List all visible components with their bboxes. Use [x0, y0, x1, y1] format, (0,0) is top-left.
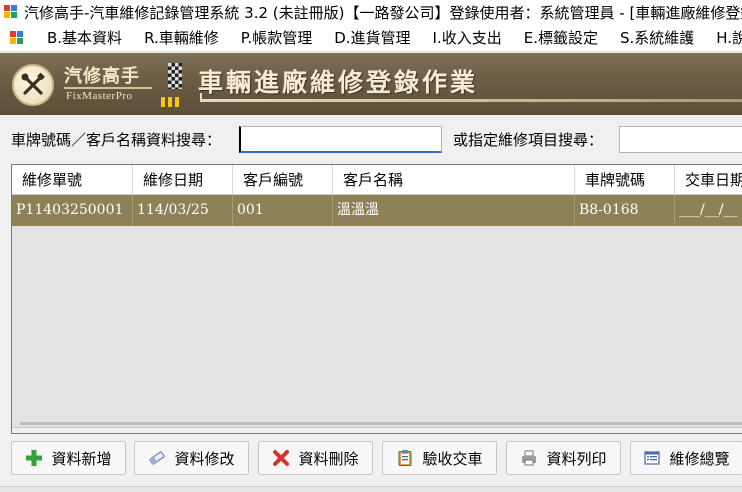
- grid-footer: [12, 427, 742, 433]
- menu-bar: B.基本資料 R.車輛維修 P.帳款管理 D.進貨管理 I.收入支出 E.標籤設…: [0, 24, 742, 52]
- app-icon[interactable]: [4, 5, 18, 19]
- print-record-label: 資料列印: [546, 449, 607, 468]
- checkered-flag-icon: [168, 63, 182, 89]
- search-input[interactable]: [239, 126, 442, 153]
- menu-purchasing[interactable]: D.進貨管理: [323, 24, 421, 51]
- repair-item-search-label: 或指定維修項目搜尋：: [453, 131, 604, 149]
- menu-system-maintenance[interactable]: S.系統維護: [609, 24, 705, 51]
- status-bar: [0, 486, 742, 492]
- menu-help[interactable]: H.說明: [705, 24, 742, 51]
- horizontal-scrollbar[interactable]: [20, 422, 742, 425]
- column-header-repair-date[interactable]: 維修日期: [133, 165, 233, 195]
- page-title: 車輛進廠維修登錄作業: [198, 68, 479, 97]
- inspect-deliver-label: 驗收交車: [422, 449, 483, 468]
- cell-delivery-date[interactable]: ___/__/__: [675, 195, 742, 226]
- title-bar: 汽修高手-汽車維修記錄管理系統 3.2 (未註冊版)【一路發公司】登錄使用者：系…: [0, 0, 742, 24]
- add-record-button[interactable]: 資料新增: [11, 441, 126, 475]
- printer-icon: [520, 449, 538, 467]
- column-header-customer-id[interactable]: 客戶編號: [233, 165, 333, 195]
- title-underline: [200, 99, 742, 102]
- print-record-button[interactable]: 資料列印: [506, 441, 621, 475]
- edit-record-button[interactable]: 資料修改: [134, 441, 249, 475]
- delete-record-label: 資料刪除: [298, 449, 359, 468]
- x-icon: [272, 449, 290, 467]
- inspect-deliver-button[interactable]: 驗收交車: [382, 441, 497, 475]
- mdi-window-icon[interactable]: [10, 30, 24, 45]
- header-banner: 汽修高手 FixMasterPro 車輛進廠維修登錄作業: [0, 53, 742, 115]
- delete-record-button[interactable]: 資料刪除: [258, 441, 373, 475]
- edit-record-label: 資料修改: [174, 449, 235, 468]
- menu-label-settings[interactable]: E.標籤設定: [513, 24, 609, 51]
- add-record-label: 資料新增: [51, 449, 112, 468]
- menu-basic-data[interactable]: B.基本資料: [36, 24, 133, 51]
- menu-income-expense[interactable]: I.收入支出: [422, 24, 513, 51]
- logo-underline: [64, 87, 152, 89]
- menu-accounts[interactable]: P.帳款管理: [230, 24, 323, 51]
- grid-header: 維修單號 維修日期 客戶編號 客戶名稱 車牌號碼 交車日期: [12, 165, 742, 195]
- clipboard-icon: [396, 449, 414, 467]
- table-row[interactable]: P11403250001 114/03/25 001 溫溫溫 B8-0168 _…: [12, 195, 742, 226]
- column-header-customer-name[interactable]: 客戶名稱: [333, 165, 575, 195]
- logo-subtext: FixMasterPro: [66, 90, 133, 102]
- menu-vehicle-repair[interactable]: R.車輛維修: [133, 24, 230, 51]
- window-title: 汽修高手-汽車維修記錄管理系統 3.2 (未註冊版)【一路發公司】登錄使用者：系…: [24, 3, 742, 22]
- list-icon: [643, 449, 661, 467]
- cell-customer-name[interactable]: 溫溫溫: [333, 195, 575, 226]
- repair-item-search-input[interactable]: [619, 126, 742, 153]
- column-header-delivery-date[interactable]: 交車日期: [675, 165, 742, 195]
- cell-customer-id[interactable]: 001: [233, 195, 333, 226]
- eraser-icon: [148, 449, 166, 467]
- cell-plate-no[interactable]: B8-0168: [575, 195, 675, 226]
- cell-order-no[interactable]: P11403250001: [12, 195, 133, 226]
- repair-overview-button[interactable]: 維修總覽: [630, 441, 742, 475]
- column-header-order-no[interactable]: 維修單號: [12, 165, 133, 195]
- search-label: 車牌號碼／客戶名稱資料搜尋：: [11, 131, 222, 149]
- plus-icon: [25, 449, 43, 467]
- column-header-plate-no[interactable]: 車牌號碼: [575, 165, 675, 195]
- tools-icon: [12, 64, 54, 106]
- repair-records-grid[interactable]: 維修單號 維修日期 客戶編號 客戶名稱 車牌號碼 交車日期 P114032500…: [11, 164, 742, 434]
- cell-repair-date[interactable]: 114/03/25: [133, 195, 233, 226]
- logo-text: 汽修高手: [64, 66, 140, 87]
- stripe-decoration: [161, 97, 179, 107]
- repair-overview-label: 維修總覽: [669, 449, 730, 468]
